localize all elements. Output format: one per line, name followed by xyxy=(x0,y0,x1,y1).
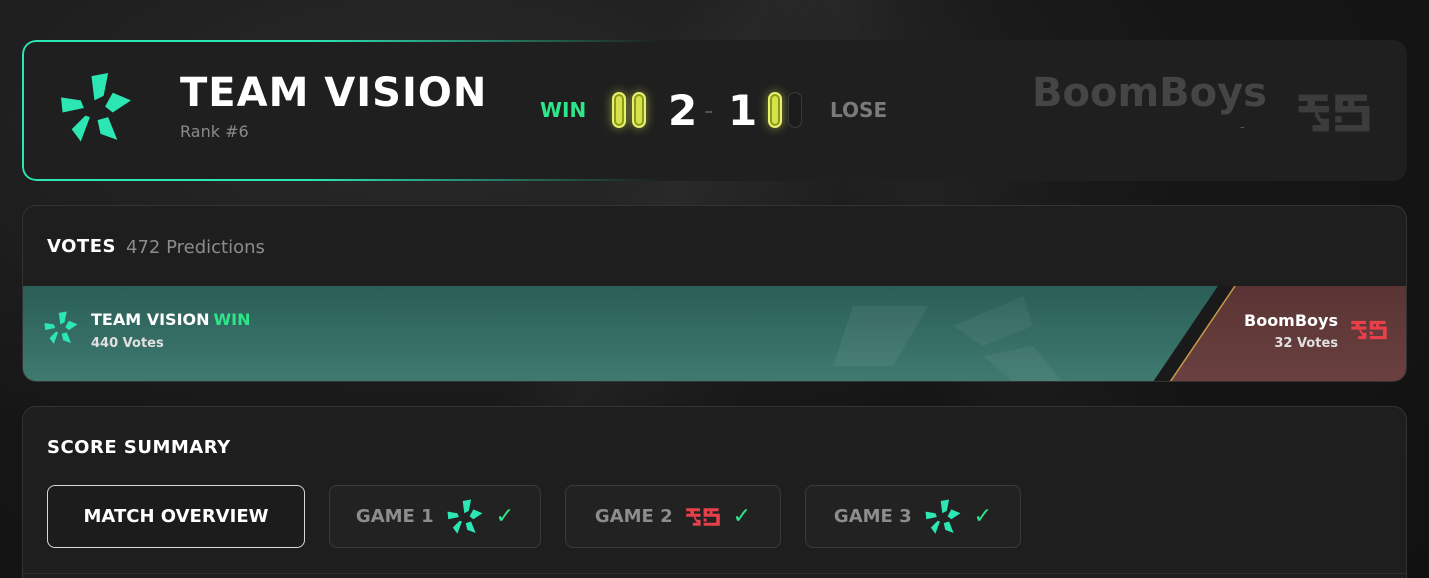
score-summary-panel: SCORE SUMMARY MATCH OVERVIEW GAME 1 ✓ GA… xyxy=(22,406,1407,578)
tab-label: MATCH OVERVIEW xyxy=(83,506,269,527)
game-empty-pip xyxy=(788,92,802,128)
game-won-pip xyxy=(632,92,646,128)
match-header: TEAM VISION Rank #6 WIN 2 - 1 LOSE BoomB… xyxy=(22,40,1407,181)
tab-label: GAME 3 xyxy=(833,506,912,527)
team-result: WIN xyxy=(540,98,587,122)
team-vision-logo-icon xyxy=(924,498,962,536)
votes-title: VOTES xyxy=(47,236,116,257)
team-vote-label: TEAM VISION WIN xyxy=(91,310,251,329)
tab-game-2[interactable]: GAME 2 ✓ xyxy=(565,485,781,548)
predictions-count: 472 Predictions xyxy=(126,237,265,258)
tab-label: GAME 1 xyxy=(355,506,434,527)
opponent-score: 1 xyxy=(728,86,758,135)
boomboys-logo-icon xyxy=(685,506,721,528)
score-summary-title: SCORE SUMMARY xyxy=(47,437,231,458)
opponent-name[interactable]: BoomBoys xyxy=(1032,70,1267,116)
game-won-pip xyxy=(612,92,626,128)
tab-match-overview[interactable]: MATCH OVERVIEW xyxy=(47,485,305,548)
votes-panel: VOTES 472 Predictions TEAM VISION WIN 440… xyxy=(22,205,1407,382)
check-icon: ✓ xyxy=(495,504,515,529)
vote-split-bar[interactable] xyxy=(23,286,1407,382)
score-separator: - xyxy=(704,96,714,126)
opponent-rank: - xyxy=(1240,120,1245,135)
boomboys-logo-icon xyxy=(1296,88,1372,138)
team-vote-count: 440 Votes xyxy=(91,336,164,351)
boomboys-logo-icon xyxy=(1350,318,1388,342)
opponent-vote-name: BoomBoys xyxy=(1244,311,1338,330)
team-vote-name: TEAM VISION xyxy=(91,310,210,329)
team-vote-win-tag: WIN xyxy=(213,310,251,329)
tab-label: GAME 2 xyxy=(594,506,673,527)
check-icon: ✓ xyxy=(732,504,752,529)
opponent-game-pips xyxy=(768,92,802,128)
team-vision-logo-icon xyxy=(43,310,79,346)
opponent-vote-count: 32 Votes xyxy=(1274,336,1338,351)
tab-game-3[interactable]: GAME 3 ✓ xyxy=(805,485,1021,548)
team-vision-logo-icon xyxy=(58,70,134,146)
team-rank: Rank #6 xyxy=(180,122,249,141)
summary-divider xyxy=(23,573,1406,574)
game-won-pip xyxy=(768,92,782,128)
team-score: 2 xyxy=(668,86,698,135)
team-name[interactable]: TEAM VISION xyxy=(180,70,487,116)
opponent-result: LOSE xyxy=(830,98,888,122)
team-vision-logo-icon xyxy=(446,498,484,536)
check-icon: ✓ xyxy=(973,504,993,529)
tab-game-1[interactable]: GAME 1 ✓ xyxy=(329,485,541,548)
team-game-pips xyxy=(612,92,646,128)
